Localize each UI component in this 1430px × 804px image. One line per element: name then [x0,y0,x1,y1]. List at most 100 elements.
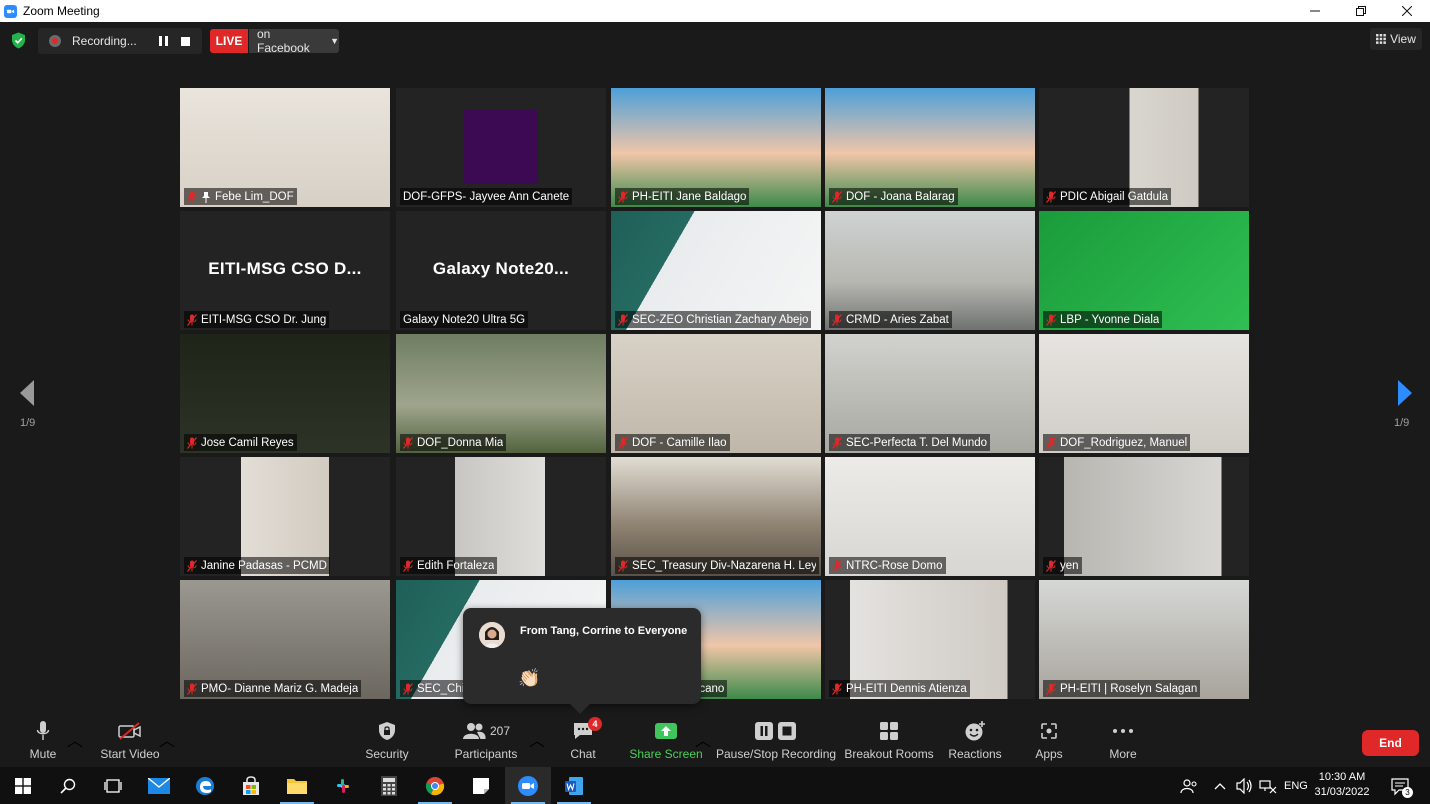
search-button[interactable] [45,767,91,804]
apps-button[interactable]: Apps [1034,719,1064,765]
mute-button[interactable]: Mute [28,719,58,765]
input-language-indicator[interactable]: ENG [1284,767,1308,804]
participant-video-tile[interactable]: CRMD - Aries Zabat [825,211,1035,330]
folder-icon [287,778,307,794]
participant-name: Jose Camil Reyes [201,436,294,449]
more-button[interactable]: More [1106,719,1140,765]
taskbar-mail-app[interactable] [136,767,182,804]
participant-video-tile[interactable]: DOF_Rodriguez, Manuel [1039,334,1249,453]
participant-video-tile[interactable]: LBP - Yvonne Diala [1039,211,1249,330]
taskbar-sticky-notes-app[interactable] [458,767,504,804]
participant-video-tile[interactable]: NTRC-Rose Domo [825,457,1035,576]
end-meeting-button[interactable]: End [1362,730,1419,756]
edge-browser-icon [196,776,214,795]
participant-video-tile[interactable]: DOF-GFPS- Jayvee Ann Canete [396,88,606,207]
reactions-smiley-icon [964,719,986,743]
video-gallery-grid: Febe Lim_DOF DOF-GFPS- Jayvee Ann Canete P… [180,88,1250,700]
volume-icon[interactable] [1236,767,1254,804]
zoom-logo-icon [4,4,17,18]
taskbar-slack-app[interactable] [320,767,366,804]
sender-avatar [479,622,505,648]
share-screen-label: Share Screen [629,747,703,761]
minimize-button[interactable] [1292,0,1338,22]
muted-microphone-icon [1046,559,1056,572]
participant-display-name-large: EITI-MSG CSO D... [208,259,362,278]
show-hidden-icons-chevron-up-icon[interactable] [1214,767,1226,804]
participant-video-tile[interactable]: SEC-ZEO Christian Zachary Abejo [611,211,821,330]
taskbar-word-app[interactable] [551,767,597,804]
search-icon [60,778,76,794]
participant-video-tile[interactable]: PH-EITI Dennis Atienza [825,580,1035,699]
participant-video-tile[interactable]: Janine Padasas - PCMD [180,457,390,576]
previous-page-arrow-icon[interactable] [12,378,42,408]
taskbar-file-explorer-app[interactable] [274,767,320,804]
participant-video-tile[interactable]: PMO- Dianne Mariz G. Madeja [180,580,390,699]
participants-button[interactable]: 207 Participants [455,719,517,765]
chat-notification-popup[interactable]: From Tang, Corrine to Everyone 👏🏻 [463,608,701,714]
live-stream-dropdown[interactable]: on Facebook ▼ [249,27,339,55]
encryption-shield-icon[interactable] [11,32,26,49]
view-label: View [1390,32,1416,46]
muted-microphone-icon [403,559,413,572]
participant-name: Galaxy Note20 Ultra 5G [403,313,526,326]
next-page-arrow-icon[interactable] [1390,378,1420,408]
page-indicator-right: 1/9 [1394,417,1410,429]
participant-video-tile[interactable]: Galaxy Note20... Galaxy Note20 Ultra 5G [396,211,606,330]
start-button[interactable] [0,767,46,804]
muted-microphone-icon [187,436,197,449]
window-title: Zoom Meeting [23,4,100,18]
meeting-top-bar: Recording... LIVE on Facebook ▼ View [0,22,1430,62]
participant-video-tile[interactable]: EITI-MSG CSO D... EITI-MSG CSO Dr. Jung [180,211,390,330]
view-button[interactable]: View [1370,28,1422,50]
security-button[interactable]: Security [365,719,409,765]
task-view-button[interactable] [90,767,136,804]
network-icon[interactable] [1259,767,1277,804]
maximize-button[interactable] [1338,0,1384,22]
stop-recording-button[interactable] [178,34,192,48]
muted-microphone-icon [832,313,842,326]
pause-recording-button[interactable] [156,34,170,48]
video-off-icon [117,719,143,743]
muted-microphone-icon [618,190,628,203]
pause-stop-recording-button[interactable]: Pause/Stop Recording [716,719,836,765]
live-stream-target: on Facebook [257,27,310,55]
participant-name: Edith Fortaleza [417,559,495,572]
participant-video-tile[interactable]: DOF - Camille Ilao [611,334,821,453]
participant-video-tile[interactable]: PDIC Abigail Gatdula [1039,88,1249,207]
taskbar-edge-app[interactable] [182,767,228,804]
participant-name: DOF - Joana Balarag [846,190,955,203]
breakout-rooms-icon [879,719,899,743]
apps-icon [1039,719,1059,743]
pause-icon [158,36,168,46]
participant-video-tile[interactable]: PH-EITI Jane Baldago [611,88,821,207]
chat-sender-line: From Tang, Corrine to Everyone [520,625,688,637]
chrome-icon [425,776,445,795]
participant-video-tile[interactable]: Febe Lim_DOF [180,88,390,207]
taskbar-chrome-app[interactable] [412,767,458,804]
people-icon[interactable] [1180,767,1198,804]
taskbar-store-app[interactable] [228,767,274,804]
start-video-button[interactable]: Start Video [100,719,160,765]
participant-video-tile[interactable]: DOF - Joana Balarag [825,88,1035,207]
taskbar-zoom-app[interactable] [505,767,551,804]
participant-video-tile[interactable]: DOF_Donna Mia [396,334,606,453]
participant-video-tile[interactable]: SEC_Treasury Div-Nazarena H. Ley... [611,457,821,576]
taskbar-calculator-app[interactable] [366,767,412,804]
participant-video-tile[interactable]: PH-EITI | Roselyn Salagan [1039,580,1249,699]
participant-name: yen [1060,559,1079,572]
reactions-button[interactable]: Reactions [948,719,1002,765]
close-window-button[interactable] [1384,0,1430,22]
chat-button[interactable]: 4 Chat [568,717,602,765]
participant-name: PH-EITI | Roselyn Salagan [1060,682,1198,695]
breakout-rooms-button[interactable]: Breakout Rooms [844,719,934,765]
participant-video-tile[interactable]: Edith Fortaleza [396,457,606,576]
taskbar-clock[interactable]: 10:30 AM 31/03/2022 [1312,770,1372,800]
participant-name-label: DOF-GFPS- Jayvee Ann Canete [400,188,573,205]
participant-name-label: PH-EITI Dennis Atienza [829,680,970,697]
participant-video-tile[interactable]: SEC-Perfecta T. Del Mundo [825,334,1035,453]
participant-video-tile[interactable]: yen [1039,457,1249,576]
participant-video-tile[interactable]: Jose Camil Reyes [180,334,390,453]
action-center-button[interactable]: 3 [1390,767,1413,804]
clock-date: 31/03/2022 [1314,786,1370,798]
share-screen-button[interactable]: Share Screen [629,719,703,765]
